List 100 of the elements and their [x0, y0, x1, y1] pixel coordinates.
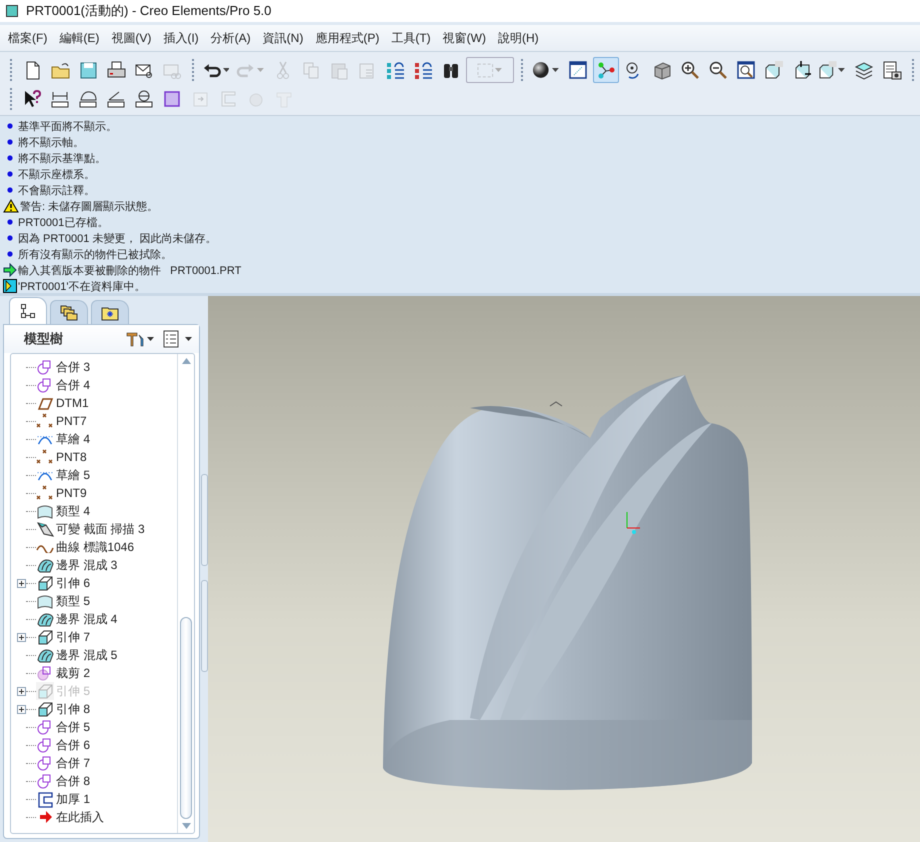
panel-tab[interactable]	[9, 297, 47, 324]
sheet-icon	[882, 60, 902, 80]
expand-toggle[interactable]	[17, 632, 26, 642]
layers-icon	[854, 60, 874, 80]
arrow-icon	[3, 263, 17, 277]
folders-icon	[60, 304, 78, 320]
app-icon	[6, 5, 18, 17]
caret-icon	[838, 68, 846, 72]
zoom-in-icon	[680, 60, 700, 80]
tree-item[interactable]: 草繪 5	[56, 466, 90, 484]
tree-item[interactable]: PNT8	[56, 450, 87, 464]
message-text: 將不顯示基準點。	[18, 152, 106, 166]
extrude-icon	[36, 574, 54, 592]
menu-item[interactable]: 視圖(V)	[105, 30, 158, 46]
panel-title: 模型樹	[24, 330, 63, 348]
message-text: 不會顯示註釋。	[18, 184, 95, 198]
message-text: 所有沒有顯示的物件已被拭除。	[18, 248, 172, 262]
tree-item[interactable]: 曲線 標識1046	[56, 538, 134, 556]
scrollbar[interactable]	[177, 354, 194, 833]
menu-item[interactable]: 工具(T)	[385, 30, 437, 46]
expand-toggle[interactable]	[17, 686, 26, 696]
scroll-down-icon[interactable]	[182, 823, 191, 829]
box-icon	[764, 60, 784, 80]
tree-item[interactable]: 合併 6	[56, 736, 90, 754]
menu-item[interactable]: 檔案(F)	[2, 30, 54, 46]
warning-icon	[3, 199, 19, 213]
window-title: PRT0001(活動的) - Creo Elements/Pro 5.0	[26, 2, 272, 20]
extrude-icon	[36, 682, 54, 700]
menu-item[interactable]: 分析(A)	[204, 30, 257, 46]
box-icon	[818, 60, 838, 80]
ruler-icon	[106, 88, 126, 108]
panel-tab[interactable]	[50, 300, 88, 324]
sweep-icon	[36, 520, 54, 538]
tree-item[interactable]: 引伸 8	[56, 700, 90, 718]
hatch-square-icon	[162, 88, 182, 108]
tree-item[interactable]: 合併 5	[56, 718, 90, 736]
tree-item[interactable]: PNT7	[56, 414, 87, 428]
tree-item[interactable]: 合併 8	[56, 772, 90, 790]
error-icon	[3, 279, 17, 293]
window-icon	[568, 60, 588, 80]
datum-point-icon	[36, 484, 54, 502]
message-text: 'PRT0001'不在資料庫中。	[18, 280, 146, 294]
node-icon	[596, 60, 616, 80]
tree-item[interactable]: 可變 截面 掃描 3	[56, 520, 145, 538]
ruler-icon	[78, 88, 98, 108]
menu-item[interactable]: 說明(H)	[492, 30, 545, 46]
menu-item[interactable]: 編輯(E)	[53, 30, 106, 46]
caret-icon	[495, 68, 502, 72]
splitter-handle[interactable]	[200, 580, 208, 672]
caret-icon	[222, 68, 230, 72]
datum-point-icon	[36, 412, 54, 430]
tree-item[interactable]: 合併 3	[56, 358, 90, 376]
magnifier-window-icon	[736, 60, 756, 80]
message-text: 不顯示座標系。	[18, 168, 95, 182]
extrude-icon	[36, 628, 54, 646]
tree-item[interactable]: 在此插入	[56, 808, 104, 826]
message-text: 將不顯示軸。	[18, 136, 84, 150]
menu-item[interactable]: 資訊(N)	[256, 30, 310, 46]
list-arrows-icon	[412, 60, 433, 80]
tree-item[interactable]: 類型 5	[56, 592, 90, 610]
message-text: 警告: 未儲存圖層顯示狀態。	[20, 200, 158, 214]
message-text: 基準平面將不顯示。	[18, 120, 117, 134]
list-settings-icon[interactable]	[163, 330, 194, 348]
tools-icon[interactable]	[125, 331, 156, 347]
tree-item[interactable]: 邊界 混成 5	[56, 646, 118, 664]
tree-item[interactable]: 合併 7	[56, 754, 90, 772]
tree-item[interactable]: 邊界 混成 4	[56, 610, 118, 628]
tree-item[interactable]: 加厚 1	[56, 790, 90, 808]
printer-icon	[106, 60, 126, 80]
tree-item[interactable]: 類型 4	[56, 502, 90, 520]
message-text: PRT0001已存檔。	[18, 216, 108, 230]
tree-item[interactable]: 草繪 4	[56, 430, 90, 448]
caret-icon	[552, 68, 559, 72]
copy-icon	[300, 60, 321, 80]
tree-item[interactable]: 合併 4	[56, 376, 90, 394]
tree-item[interactable]: 邊界 混成 3	[56, 556, 118, 574]
tree-item[interactable]: 引伸 7	[56, 628, 90, 646]
menu-item[interactable]: 應用程式(P)	[309, 30, 386, 46]
sphere-icon	[531, 60, 551, 80]
tree-item[interactable]: 裁剪 2	[56, 664, 90, 682]
folder-star-icon	[101, 304, 119, 320]
splitter-handle[interactable]	[200, 474, 208, 566]
tree-item[interactable]: DTM1	[56, 396, 89, 410]
extrude-icon	[36, 700, 54, 718]
message-text: 因為 PRT0001 未變更， 因此尚未儲存。	[18, 232, 216, 246]
expand-toggle[interactable]	[17, 578, 26, 588]
panel-tab[interactable]	[91, 300, 129, 324]
tree-item[interactable]: PNT9	[56, 486, 87, 500]
message-text: 輸入其舊版本要被刪除的物件 PRT0001.PRT	[18, 264, 242, 278]
datum-point-icon	[36, 448, 54, 466]
expand-toggle[interactable]	[17, 704, 26, 714]
tree-icon	[20, 303, 36, 319]
ruler-icon	[134, 88, 154, 108]
scroll-up-icon[interactable]	[182, 358, 191, 364]
thicken-icon	[36, 790, 54, 808]
list-arrows-icon	[384, 60, 405, 80]
sketch-icon	[36, 469, 54, 481]
menu-item[interactable]: 插入(I)	[157, 30, 205, 46]
tree-item[interactable]: 引伸 6	[56, 574, 90, 592]
menu-item[interactable]: 視窗(W)	[436, 30, 492, 46]
